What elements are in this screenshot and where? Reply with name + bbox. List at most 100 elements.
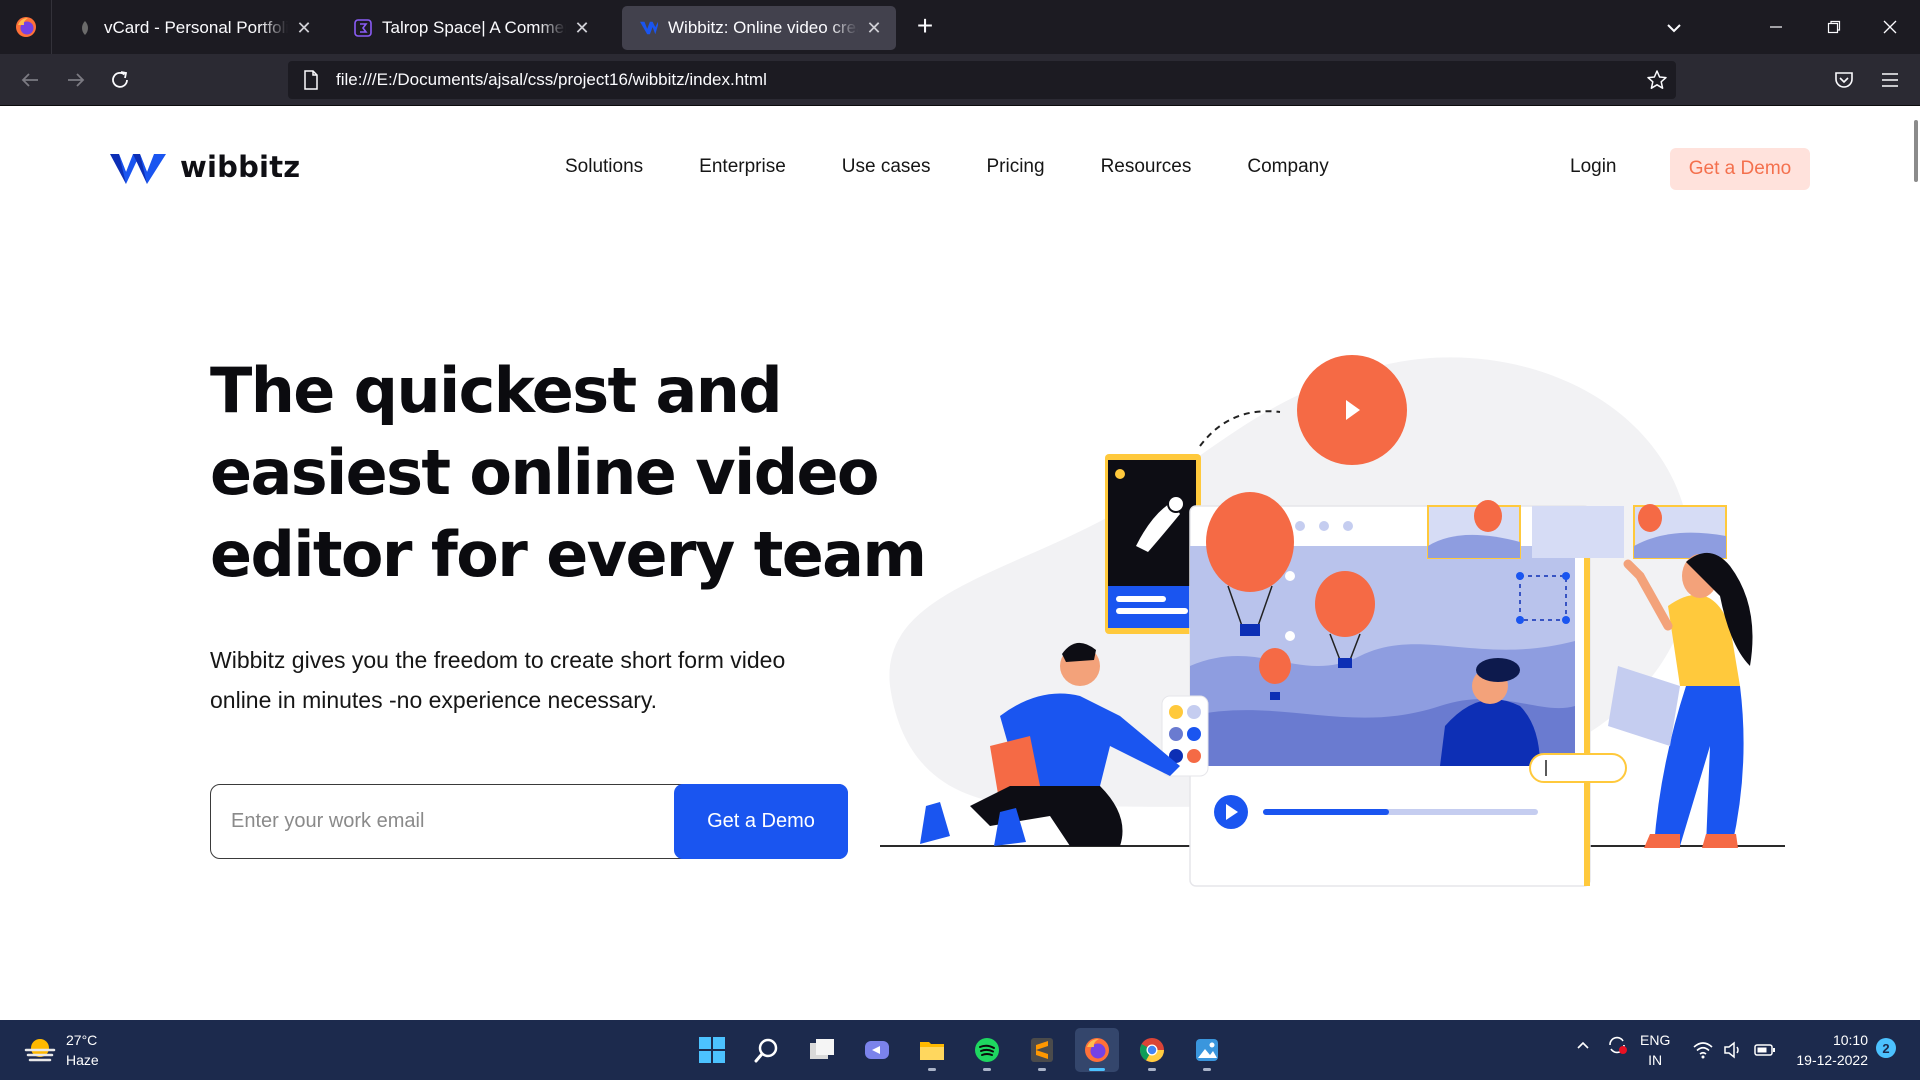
headline-line: editor for every team (210, 518, 927, 591)
new-tab-button[interactable]: + (910, 12, 940, 42)
weather-widget[interactable]: 27°C Haze (24, 1030, 99, 1070)
search-button[interactable] (745, 1028, 789, 1072)
close-tab-icon[interactable]: ✕ (294, 18, 314, 38)
system-clock[interactable]: 10:10 19-12-2022 (1790, 1030, 1868, 1070)
man-left-shoe (920, 802, 950, 844)
window-dot (1295, 521, 1305, 531)
wibbitz-logo-icon (110, 154, 166, 184)
taskbar-apps (690, 1028, 1240, 1072)
nav-use-cases[interactable]: Use cases (842, 156, 931, 178)
palette-swatch (1169, 727, 1183, 741)
browser-toolbar: file:///E:/Documents/ajsal/css/project16… (0, 54, 1920, 106)
tab-title: Talrop Space| A Commercial Space (382, 18, 566, 37)
thumbnail-balloon (1638, 504, 1662, 532)
list-all-tabs-icon[interactable] (1660, 14, 1688, 42)
phone-text-line (1116, 596, 1166, 602)
woman-shoe (1702, 834, 1738, 848)
balloon-basket (1270, 692, 1280, 700)
wibbitz-favicon-icon (640, 19, 658, 37)
weather-condition: Haze (66, 1052, 99, 1068)
man-left-pants (970, 786, 1123, 846)
show-hidden-icons-chevron-icon[interactable] (1570, 1032, 1596, 1058)
tab-talrop[interactable]: Talrop Space| A Commercial Space ✕ (336, 6, 604, 50)
close-window-icon[interactable] (1876, 14, 1904, 40)
bookmark-star-icon[interactable] (1644, 67, 1670, 93)
file-explorer-icon (920, 1042, 944, 1060)
nav-company[interactable]: Company (1247, 156, 1328, 178)
nav-resources[interactable]: Resources (1101, 156, 1192, 178)
hero-headline: The quickest and easiest online video ed… (210, 350, 927, 596)
tab-wibbitz[interactable]: Wibbitz: Online video creation made simp… (622, 6, 896, 50)
get-demo-submit-button[interactable]: Get a Demo (674, 784, 848, 859)
file-explorer-button[interactable] (910, 1028, 954, 1072)
window-dot (1343, 521, 1353, 531)
headline-line: easiest online video (210, 436, 880, 509)
window-dot (1319, 521, 1329, 531)
weather-text: 27°C Haze (66, 1030, 99, 1070)
chrome-button[interactable] (1130, 1028, 1174, 1072)
address-bar[interactable]: file:///E:/Documents/ajsal/css/project16… (288, 61, 1676, 99)
volume-icon[interactable] (1720, 1038, 1746, 1062)
selection-handle (1562, 572, 1570, 580)
region-code: IN (1648, 1052, 1663, 1068)
close-tab-icon[interactable]: ✕ (864, 18, 884, 38)
weather-temperature: 27°C (66, 1032, 98, 1048)
start-button[interactable] (690, 1028, 734, 1072)
teams-chat-icon (865, 1041, 889, 1059)
headline-line: The quickest and (210, 354, 783, 427)
balloon-basket (1240, 624, 1260, 636)
reload-icon[interactable] (106, 66, 134, 94)
nav-enterprise[interactable]: Enterprise (699, 156, 786, 178)
work-email-input[interactable]: Enter your work email (231, 785, 424, 857)
balloon-medium (1315, 571, 1375, 637)
menu-hamburger-icon[interactable] (1876, 66, 1904, 94)
firefox-view-button[interactable] (0, 0, 52, 54)
battery-icon[interactable] (1750, 1038, 1780, 1062)
photos-icon (1196, 1039, 1218, 1061)
nav-solutions[interactable]: Solutions (565, 156, 643, 178)
hero-subheadline: Wibbitz gives you the freedom to create … (210, 640, 850, 720)
page-scrollbar[interactable] (1914, 120, 1918, 182)
spotify-icon (975, 1038, 999, 1062)
photos-button[interactable] (1185, 1028, 1229, 1072)
tab-title: Wibbitz: Online video creation made simp… (668, 18, 858, 37)
search-icon (754, 1038, 778, 1063)
main-navigation: Solutions Enterprise Use cases Pricing R… (565, 156, 1385, 178)
windows-taskbar: 27°C Haze ENG IN 10:10 19-12-2022 2 (0, 1020, 1920, 1080)
sublime-text-button[interactable] (1020, 1028, 1064, 1072)
editor-accent-bar (1584, 506, 1590, 886)
nav-pricing[interactable]: Pricing (986, 156, 1044, 178)
notification-count-badge[interactable]: 2 (1876, 1038, 1896, 1058)
pocket-icon[interactable] (1830, 66, 1858, 94)
get-demo-header-button[interactable]: Get a Demo (1670, 148, 1810, 190)
restore-window-icon[interactable] (1820, 14, 1848, 40)
clock-time: 10:10 (1832, 1032, 1868, 1048)
woman-shoe (1644, 834, 1680, 848)
task-view-button[interactable] (800, 1028, 844, 1072)
close-tab-icon[interactable]: ✕ (572, 18, 592, 38)
vcard-favicon-icon (76, 19, 94, 37)
subheadline-line: online in minutes -no experience necessa… (210, 687, 658, 713)
teams-chat-button[interactable] (855, 1028, 899, 1072)
forward-arrow-icon[interactable] (62, 66, 90, 94)
balloon-basket (1338, 658, 1352, 668)
system-tray-left (1570, 1032, 1632, 1058)
sync-status-icon[interactable] (1602, 1032, 1632, 1058)
input-language-indicator[interactable]: ENG IN (1640, 1030, 1670, 1070)
selection-handle (1516, 572, 1524, 580)
login-link[interactable]: Login (1570, 156, 1617, 178)
browser-tab-bar: vCard - Personal Portfolio ✕ Talrop Spac… (0, 0, 1920, 54)
email-signup-form: Enter your work email Get a Demo (210, 784, 848, 859)
spotify-button[interactable] (965, 1028, 1009, 1072)
url-text[interactable]: file:///E:/Documents/ajsal/css/project16… (336, 70, 767, 90)
running-indicator (1148, 1068, 1156, 1071)
tab-vcard[interactable]: vCard - Personal Portfolio ✕ (58, 6, 326, 50)
web-page: wibbitz Solutions Enterprise Use cases P… (0, 106, 1920, 1020)
back-arrow-icon[interactable] (16, 66, 44, 94)
firefox-taskbar-button[interactable] (1075, 1028, 1119, 1072)
wifi-icon[interactable] (1690, 1038, 1716, 1062)
wibbitz-logo[interactable]: wibbitz (110, 150, 300, 184)
minimize-window-icon[interactable] (1762, 14, 1790, 40)
hero-illustration (880, 355, 1785, 887)
star-dot (1115, 469, 1125, 479)
